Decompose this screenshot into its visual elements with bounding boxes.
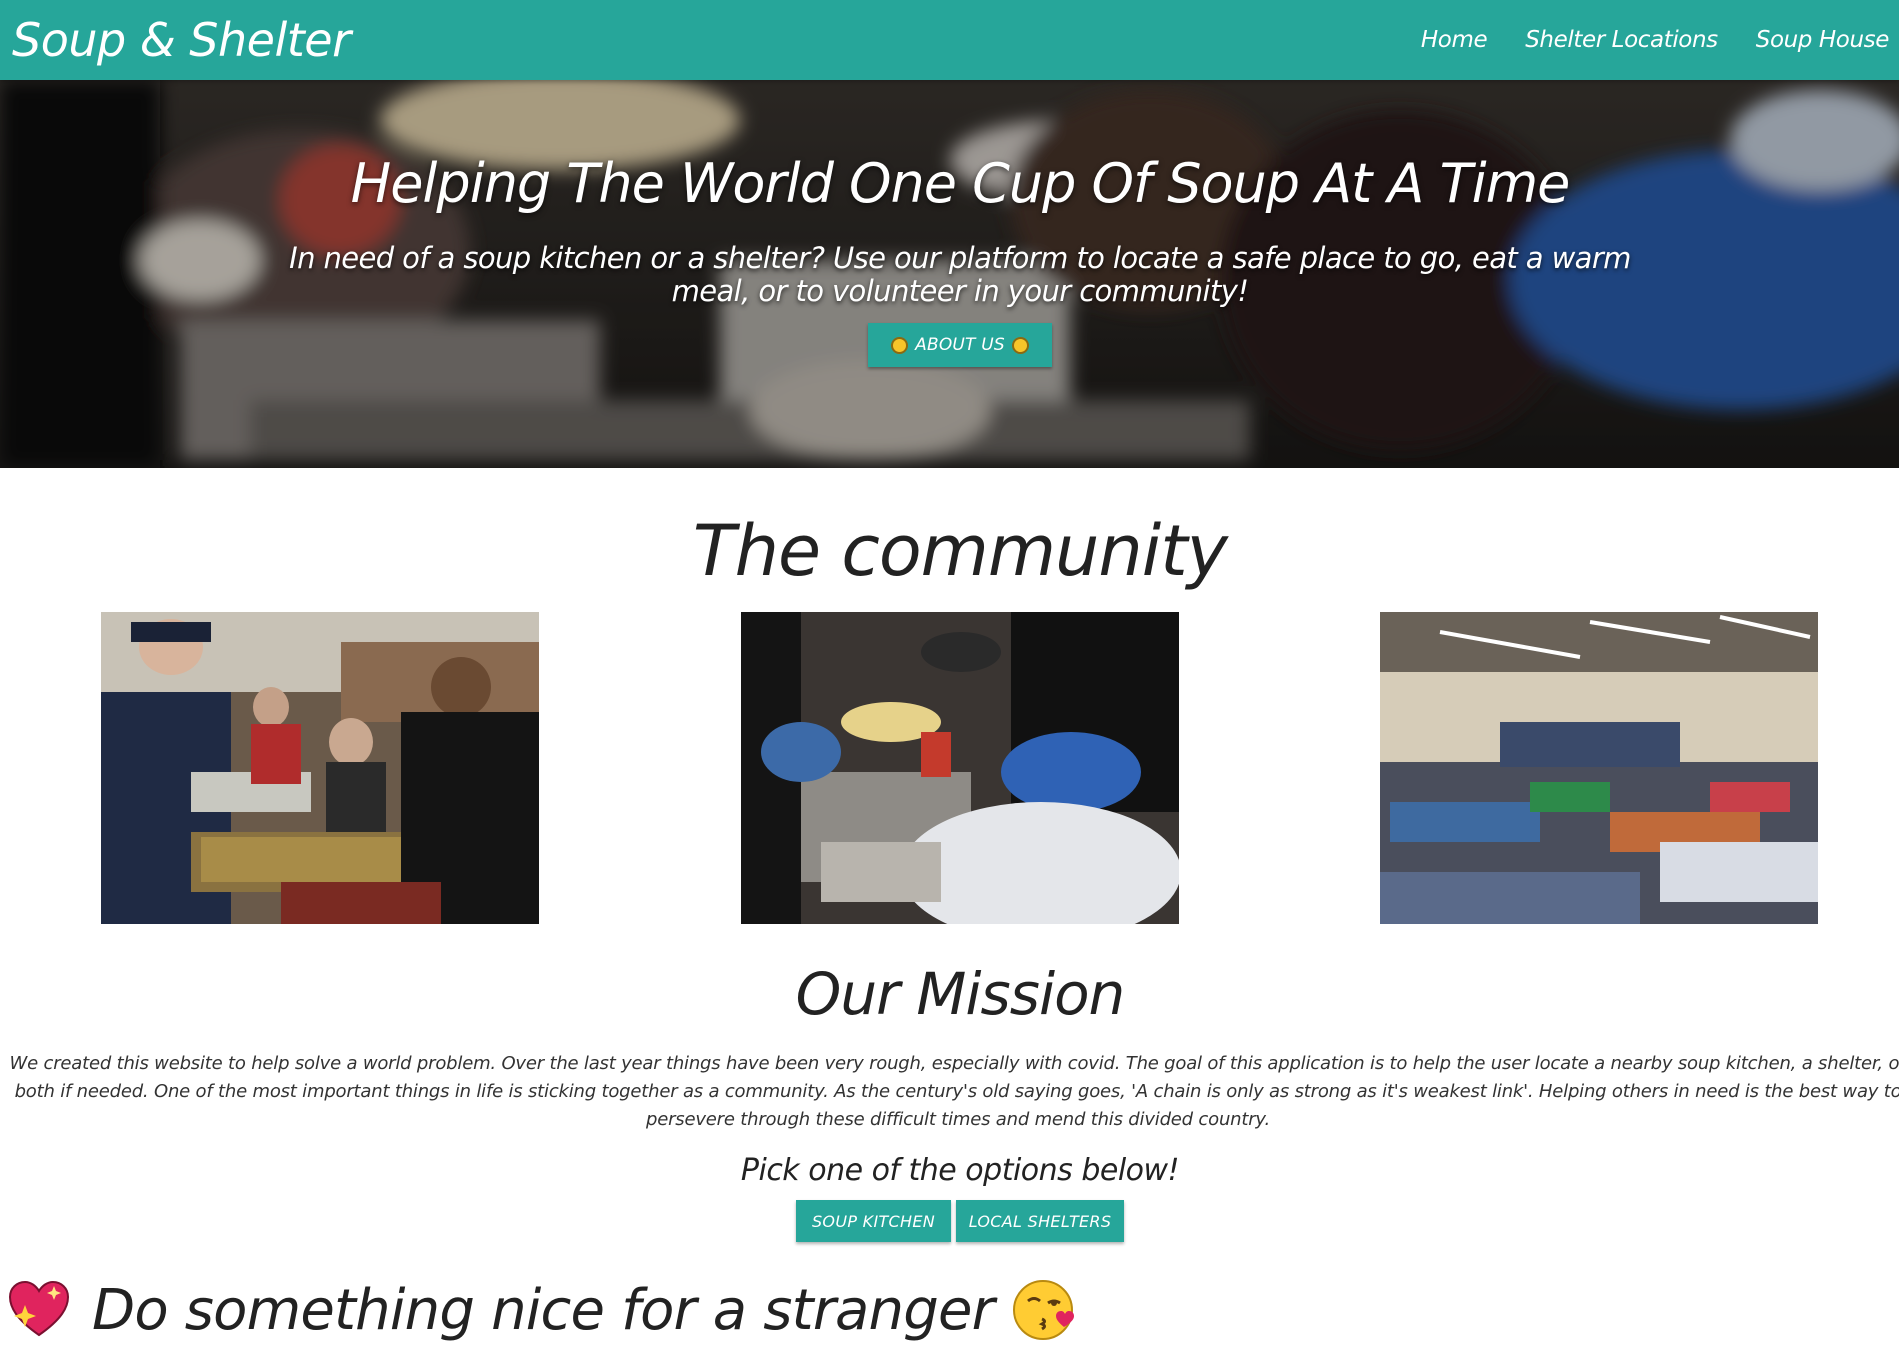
hero-banner: Helping The World One Cup Of Soup At A T… <box>0 80 1899 468</box>
nav-link-shelter-locations[interactable]: Shelter Locations <box>1525 27 1718 53</box>
face-blowing-kiss-icon <box>1012 1280 1074 1340</box>
serving-line-photo <box>101 612 539 924</box>
sparkling-heart-icon <box>8 1280 70 1337</box>
kindness-heading: Do something nice for a stranger <box>6 1270 1078 1350</box>
brand-logo[interactable]: Soup & Shelter <box>12 12 351 68</box>
soup-kitchen-button[interactable]: SOUP KITCHEN <box>796 1200 951 1242</box>
hero-subtitle: In need of a soup kitchen or a shelter? … <box>289 241 1631 308</box>
mission-text: We created this website to help solve a … <box>9 1053 1899 1130</box>
sun-icon <box>891 336 909 354</box>
navbar: Soup & Shelter Home Shelter Locations So… <box>0 0 1899 80</box>
about-us-label: ABOUT US <box>915 335 1005 355</box>
food-donation-photo <box>741 612 1179 924</box>
hero-title: Helping The World One Cup Of Soup At A T… <box>350 152 1571 215</box>
local-shelters-button[interactable]: LOCAL SHELTERS <box>956 1200 1124 1242</box>
shelter-cots-photo <box>1380 612 1818 924</box>
community-title: The community <box>692 510 1228 592</box>
pick-options-text: Pick one of the options below! <box>740 1153 1180 1188</box>
nav-link-home[interactable]: Home <box>1421 27 1488 53</box>
nav-link-soup-house[interactable]: Soup House <box>1756 27 1890 53</box>
about-us-button[interactable]: ABOUT US <box>868 323 1052 367</box>
nav-links: Home Shelter Locations Soup House <box>1383 0 1890 80</box>
kindness-text: Do something nice for a stranger <box>92 1277 995 1343</box>
sun-icon <box>1011 336 1029 354</box>
mission-title: Our Mission <box>795 960 1126 1028</box>
